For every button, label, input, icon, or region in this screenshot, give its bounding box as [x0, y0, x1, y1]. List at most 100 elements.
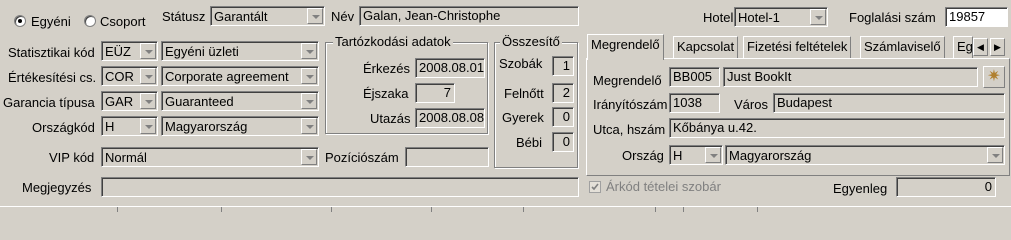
- sales-channel-desc: Corporate agreement: [165, 69, 289, 84]
- country-label: Ország: [622, 148, 664, 163]
- street-field[interactable]: Kőbánya u.42.: [669, 118, 1005, 138]
- babies-field[interactable]: 0: [552, 132, 574, 152]
- orderer-code-field[interactable]: BB005: [669, 67, 720, 87]
- room-items-checkbox[interactable]: [589, 181, 601, 193]
- adults-field[interactable]: 2: [552, 83, 574, 103]
- departure-field[interactable]: 2008.08.08.: [415, 108, 485, 128]
- hotel-value: Hotel-1: [738, 10, 780, 25]
- city-field[interactable]: Budapest: [773, 93, 1005, 113]
- radio-group[interactable]: [84, 15, 96, 27]
- city-label: Város: [734, 97, 768, 112]
- lower-tab-divider: [655, 207, 656, 212]
- position-label: Pozíciószám: [325, 150, 399, 165]
- country-code-value: H: [105, 119, 115, 134]
- street-label: Utca, hszám: [593, 122, 666, 137]
- lower-tab-divider: [431, 207, 432, 212]
- babies-label: Bébi: [516, 135, 543, 150]
- zip-field[interactable]: 1038: [669, 93, 720, 113]
- chevron-down-icon[interactable]: [705, 147, 721, 163]
- adults-label: Felnőtt: [504, 86, 544, 101]
- balance-label: Egyenleg: [833, 181, 888, 196]
- sales-channel-combo[interactable]: COR: [101, 66, 158, 86]
- hotel-combo[interactable]: Hotel-1: [734, 7, 828, 27]
- tab-scroll-right-icon[interactable]: ▶: [990, 38, 1005, 56]
- chevron-down-icon[interactable]: [301, 118, 317, 134]
- nights-label: Éjszaka: [363, 86, 409, 101]
- note-field[interactable]: [101, 177, 579, 197]
- chevron-down-icon[interactable]: [810, 9, 826, 25]
- check-icon: [591, 183, 599, 191]
- hotel-label: Hotel: [703, 10, 734, 25]
- country-code-combo[interactable]: H: [101, 116, 158, 136]
- sales-channel-desc-combo[interactable]: Corporate agreement: [161, 66, 319, 86]
- nights-field[interactable]: 7: [415, 83, 455, 103]
- stat-code-desc-combo[interactable]: Egyéni üzleti: [161, 41, 319, 61]
- chevron-down-icon[interactable]: [301, 68, 317, 84]
- lower-tab-divider: [117, 207, 118, 212]
- children-label: Gyerek: [502, 110, 544, 125]
- sales-channel-label: Értékesítési cs.: [8, 70, 97, 85]
- arrival-field[interactable]: 2008.08.01.: [415, 58, 485, 78]
- tab-payment-terms[interactable]: Fizetési feltételek: [743, 36, 852, 58]
- country-code-desc: Magyarország: [165, 119, 248, 134]
- chevron-down-icon[interactable]: [301, 149, 317, 165]
- name-field[interactable]: Galan, Jean-Christophe: [359, 6, 579, 26]
- chevron-down-icon[interactable]: [140, 93, 156, 109]
- chevron-down-icon[interactable]: [301, 93, 317, 109]
- tab-bill-payer[interactable]: Számlaviselő: [860, 36, 945, 58]
- lower-tab-strip: [0, 206, 1011, 207]
- country-name-select[interactable]: Magyarország: [725, 145, 1005, 165]
- vip-combo[interactable]: Normál: [101, 147, 319, 167]
- lower-tab-divider: [221, 207, 222, 212]
- children-field[interactable]: 0: [552, 107, 574, 127]
- departure-label: Utazás: [370, 111, 411, 126]
- status-label: Státusz: [162, 9, 206, 24]
- status-value: Garantált: [214, 9, 268, 24]
- guarantee-type-combo[interactable]: GAR: [101, 91, 158, 111]
- arrival-label: Érkezés: [363, 61, 410, 76]
- chevron-down-icon[interactable]: [301, 43, 317, 59]
- vip-value: Normál: [105, 150, 147, 165]
- chevron-down-icon[interactable]: [140, 118, 156, 134]
- tab-more[interactable]: Eg: [953, 36, 973, 58]
- note-label: Megjegyzés: [22, 180, 92, 195]
- star-icon[interactable]: ✷: [983, 66, 1005, 88]
- radio-individual[interactable]: [14, 15, 26, 27]
- lower-tab-divider: [523, 207, 524, 212]
- stat-code-desc: Egyéni üzleti: [165, 44, 239, 59]
- status-combo[interactable]: Garantált: [210, 6, 325, 26]
- radio-individual-label: Egyéni: [31, 14, 71, 29]
- tab-orderer[interactable]: Megrendelő: [587, 34, 664, 60]
- vip-label: VIP kód: [49, 150, 95, 165]
- orderer-name-field[interactable]: Just BookIt: [723, 67, 978, 87]
- chevron-down-icon[interactable]: [140, 68, 156, 84]
- rooms-field[interactable]: 1: [552, 56, 574, 76]
- chevron-down-icon[interactable]: [140, 43, 156, 59]
- position-field[interactable]: [405, 147, 489, 167]
- balance-field: 0: [896, 177, 996, 197]
- chevron-down-icon[interactable]: [307, 8, 323, 24]
- country-code-label: Országkód: [32, 120, 95, 135]
- country-name-select-value: Magyarország: [729, 148, 812, 163]
- chevron-down-icon[interactable]: [987, 147, 1003, 163]
- room-items-label: Árkód tételei szobár: [606, 179, 721, 194]
- stat-code-combo[interactable]: EÜZ: [101, 41, 158, 61]
- booking-number-field[interactable]: 19857: [945, 7, 1008, 27]
- lower-tab-divider: [331, 207, 332, 212]
- stat-code-label: Statisztikai kód: [8, 45, 95, 60]
- guarantee-type-value: GAR: [105, 94, 134, 109]
- summary-group-title: Összesítő: [500, 34, 562, 49]
- name-label: Név: [331, 9, 355, 24]
- lower-tab-divider: [757, 207, 758, 212]
- radio-group-label: Csoport: [100, 14, 146, 29]
- rooms-label: Szobák: [499, 56, 543, 71]
- country-code-desc-combo[interactable]: Magyarország: [161, 116, 319, 136]
- guarantee-type-desc-combo[interactable]: Guaranteed: [161, 91, 319, 111]
- booking-number-label: Foglalási szám: [849, 10, 936, 25]
- country-code-select[interactable]: H: [669, 145, 723, 165]
- country-code-select-value: H: [673, 148, 683, 163]
- zip-label: Irányítószám: [593, 97, 668, 112]
- tab-contact[interactable]: Kapcsolat: [673, 36, 739, 58]
- guarantee-type-label: Garancia típusa: [3, 95, 95, 110]
- tab-scroll-left-icon[interactable]: ◀: [973, 38, 988, 56]
